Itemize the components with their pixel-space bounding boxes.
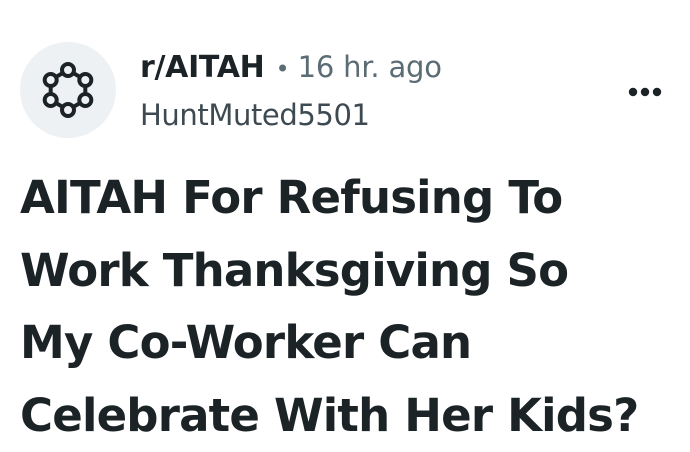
post-meta-line: r/AITAH • 16 hr. ago bbox=[140, 50, 442, 92]
post-header: r/AITAH • 16 hr. ago HuntMuted5501 bbox=[20, 42, 670, 140]
post-title-line: Work Thanksgiving So bbox=[20, 235, 670, 308]
post-title-line: AITAH For Refusing To bbox=[20, 162, 670, 235]
subreddit-link[interactable]: r/AITAH bbox=[140, 50, 265, 85]
post-title[interactable]: AITAH For Refusing To Work Thanksgiving … bbox=[20, 162, 670, 452]
author-link[interactable]: HuntMuted5501 bbox=[140, 98, 442, 132]
subreddit-avatar[interactable] bbox=[20, 42, 116, 138]
more-options-icon bbox=[625, 86, 665, 98]
meta-separator: • bbox=[276, 55, 290, 83]
more-options-button[interactable] bbox=[620, 72, 670, 112]
post-timestamp: 16 hr. ago bbox=[298, 50, 442, 84]
post-title-line: Celebrate With Her Kids? bbox=[20, 380, 670, 452]
post-title-line: My Co-Worker Can bbox=[20, 307, 670, 380]
subreddit-ring-icon bbox=[36, 58, 100, 122]
post-meta: r/AITAH • 16 hr. ago HuntMuted5501 bbox=[140, 50, 442, 132]
